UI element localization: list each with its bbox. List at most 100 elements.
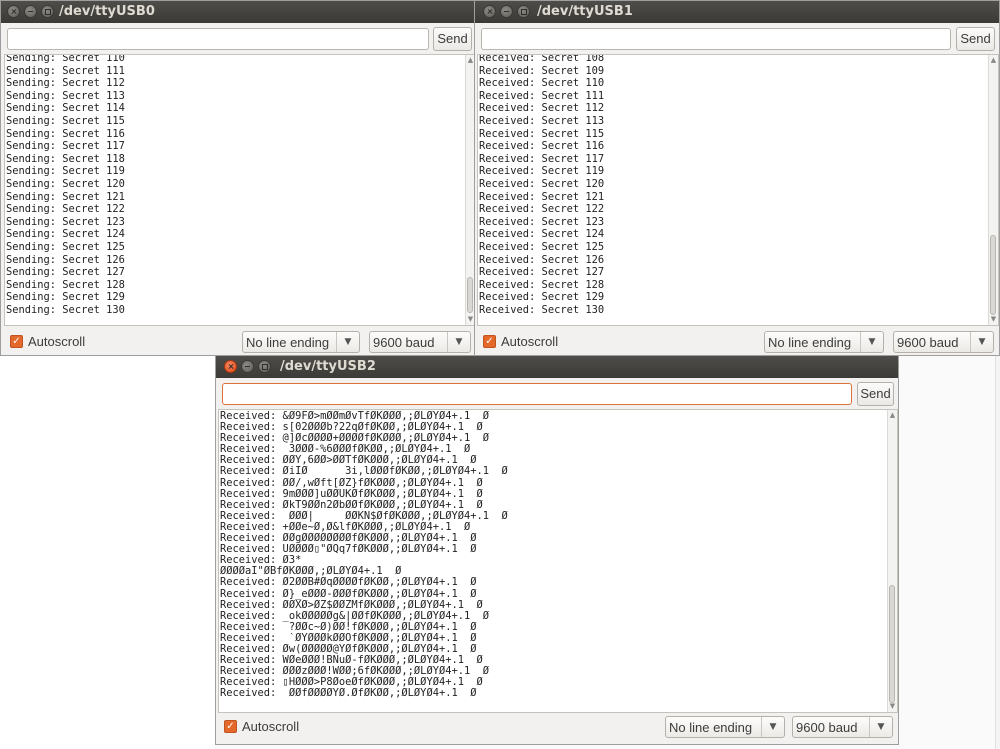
output-line: Received: WØeØØØ!BNuØ-fØKØØØ,;ØLØYØ4+.1 … <box>220 655 483 667</box>
serial-output[interactable]: Received: &Ø9FØ>mØØmØvTfØKØØØ,;ØLØYØ4+.1… <box>218 409 898 713</box>
baud-rate-select[interactable]: 9600 baud ▼ <box>792 716 893 738</box>
chevron-down-icon: ▼ <box>447 332 470 352</box>
serial-output[interactable]: Sending: Secret 110 Sending: Secret 111 Se… <box>4 54 476 326</box>
output-line: Received: ØØfØØØØYØ.ØfØKØØ,;ØLØYØ4+.1 Ø <box>220 688 477 700</box>
output-line: Received: Ø2ØØB#ØqØØØØfØKØØ,;ØLØYØ4+.1 Ø <box>220 577 477 589</box>
output-line: Received: Secret 119 <box>479 165 605 178</box>
scroll-up-icon[interactable]: ▲ <box>990 56 997 65</box>
output-line: Received: Secret 124 <box>479 228 605 241</box>
title-bar[interactable]: /dev/ttyUSB0 <box>1 1 477 23</box>
output-line: Sending: Secret 116 <box>6 127 125 140</box>
close-window-icon[interactable] <box>483 5 496 18</box>
line-ending-value: No line ending <box>768 335 852 350</box>
output-line: Received: Secret 109 <box>479 64 605 77</box>
window-title: /dev/ttyUSB0 <box>59 4 155 19</box>
output-line: Received: Secret 121 <box>479 190 605 203</box>
minimize-window-icon[interactable] <box>24 5 37 18</box>
output-line: Sending: Secret 112 <box>6 77 125 90</box>
output-line: Received: Secret 116 <box>479 140 605 153</box>
baud-rate-select[interactable]: 9600 baud ▼ <box>893 331 994 353</box>
baud-rate-value: 9600 baud <box>796 720 858 735</box>
scroll-thumb[interactable] <box>467 277 473 313</box>
scroll-up-icon[interactable]: ▲ <box>889 411 896 420</box>
chevron-down-icon: ▼ <box>860 332 883 352</box>
serial-monitor-window-usb1: /dev/ttyUSB1 Send Received: Secret 108 Re… <box>474 0 1000 356</box>
scroll-down-icon[interactable]: ▼ <box>990 315 997 324</box>
send-button[interactable]: Send <box>857 382 894 406</box>
minimize-window-icon[interactable] <box>241 360 254 373</box>
output-line: Sending: Secret 127 <box>6 266 125 279</box>
output-line: Received: Secret 129 <box>479 291 605 304</box>
vertical-scrollbar[interactable]: ▲ ▼ <box>988 55 998 325</box>
output-line: Received: ØkT9ØØn2ØbØØfØKØØØ,;ØLØYØ4+.1 … <box>220 499 483 511</box>
line-ending-select[interactable]: No line ending ▼ <box>242 331 360 353</box>
chevron-down-icon: ▼ <box>869 717 892 737</box>
vertical-scrollbar[interactable]: ▲ ▼ <box>887 410 897 712</box>
output-line: Received: Secret 120 <box>479 177 605 190</box>
line-ending-value: No line ending <box>669 720 753 735</box>
output-lines: Received: Secret 108 Received: Secret 109… <box>479 55 988 316</box>
minimize-window-icon[interactable] <box>500 5 513 18</box>
output-line: Sending: Secret 129 <box>6 291 125 304</box>
output-line: Received: Secret 125 <box>479 240 605 253</box>
autoscroll-checkbox[interactable]: ✓ <box>483 335 496 348</box>
close-window-icon[interactable] <box>7 5 20 18</box>
scroll-thumb[interactable] <box>990 235 996 315</box>
output-line: Received: @]ØcØØØØ+ØØØØfØKØØØ,;ØLØYØ4+.1… <box>220 433 489 445</box>
scroll-down-icon[interactable]: ▼ <box>889 702 896 711</box>
output-line: Sending: Secret 117 <box>6 140 125 153</box>
serial-output[interactable]: Received: Secret 108 Received: Secret 109… <box>477 54 999 326</box>
output-line: Received: Secret 122 <box>479 203 605 216</box>
output-lines: Received: &Ø9FØ>mØØmØvTfØKØØØ,;ØLØYØ4+.1… <box>220 411 887 699</box>
output-line: Sending: Secret 123 <box>6 215 125 228</box>
title-bar[interactable]: /dev/ttyUSB1 <box>475 1 999 23</box>
output-line: Received: ØØ/,wØft[ØZ}fØKØØØ,;ØLØYØ4+.1 … <box>220 477 483 489</box>
baud-rate-select[interactable]: 9600 baud ▼ <box>369 331 471 353</box>
serial-monitor-window-usb2: /dev/ttyUSB2 Send Received: &Ø9FØ>mØØmØv… <box>215 355 899 745</box>
title-bar[interactable]: /dev/ttyUSB2 <box>216 356 898 378</box>
output-line: Received: ?ØØc~Ø)ØØ!fØKØØØ,;ØLØYØ4+.1 Ø <box>220 621 477 633</box>
output-line: Sending: Secret 115 <box>6 114 125 127</box>
output-line: Received: Ø}_eØØØ-ØØØfØKØØØ,;ØLØYØ4+.1 Ø <box>220 588 477 600</box>
output-line: Received: &Ø9FØ>mØØmØvTfØKØØØ,;ØLØYØ4+.1… <box>220 411 489 422</box>
maximize-window-icon[interactable] <box>41 5 54 18</box>
output-line: Received: Øw(ØØØØØ@YØfØKØØØ,;ØLØYØ4+.1 Ø <box>220 643 477 655</box>
autoscroll-checkbox[interactable]: ✓ <box>224 720 237 733</box>
output-line: Received: ØiIØ 3i,lØØØfØKØØ,;ØLØYØ4+.1 Ø <box>220 466 508 478</box>
desktop-background <box>0 355 215 749</box>
output-line: Sending: Secret 114 <box>6 102 125 115</box>
output-line: Received: 3ØØØ-%6ØØØfØKØØ,;ØLØYØ4+.1 Ø <box>220 444 471 456</box>
output-lines: Sending: Secret 110 Sending: Secret 111 Se… <box>6 55 465 316</box>
close-window-icon[interactable] <box>224 360 237 373</box>
chevron-down-icon: ▼ <box>970 332 993 352</box>
serial-input[interactable] <box>7 28 429 50</box>
serial-input[interactable] <box>481 28 951 50</box>
output-line: Received: ØØØ| ØØKN$ØfØKØØØ,;ØLØYØ4+.1 Ø <box>220 510 508 522</box>
line-ending-value: No line ending <box>246 335 330 350</box>
output-line: Received: Secret 112 <box>479 102 605 115</box>
output-line: Received: Secret 115 <box>479 127 605 140</box>
autoscroll-label: Autoscroll <box>242 719 300 734</box>
output-line: Received: UØØØØ▯"ØQq7fØKØØØ,;ØLØYØ4+.1 Ø <box>220 544 477 556</box>
send-button[interactable]: Send <box>433 27 472 51</box>
output-line: Received: Ø3* <box>220 555 302 567</box>
maximize-window-icon[interactable] <box>517 5 530 18</box>
scroll-down-icon[interactable]: ▼ <box>467 315 474 324</box>
output-line: Sending: Secret 126 <box>6 253 125 266</box>
serial-input[interactable] <box>222 383 852 405</box>
output-line: Sending: Secret 120 <box>6 177 125 190</box>
line-ending-select[interactable]: No line ending ▼ <box>764 331 884 353</box>
scroll-up-icon[interactable]: ▲ <box>467 56 474 65</box>
output-line: Sending: Secret 113 <box>6 89 125 102</box>
output-line: Sending: Secret 130 <box>6 303 125 316</box>
send-button[interactable]: Send <box>956 27 995 51</box>
window-title: /dev/ttyUSB2 <box>280 359 376 374</box>
autoscroll-checkbox[interactable]: ✓ <box>10 335 23 348</box>
output-line: Received: 9mØØØ]uØØUKØfØKØØØ,;ØLØYØ4+.1 … <box>220 488 483 500</box>
line-ending-select[interactable]: No line ending ▼ <box>665 716 785 738</box>
scroll-thumb[interactable] <box>889 585 895 703</box>
maximize-window-icon[interactable] <box>258 360 271 373</box>
output-line: Received: ØØØzØØØ!WØØ;6fØKØØØ,;ØLØYØ4+.1… <box>220 666 489 678</box>
output-line: Received: s[02ØØØb?22qØfØKØØ,;ØLØYØ4+.1 … <box>220 422 483 434</box>
output-line: Sending: Secret 118 <box>6 152 125 165</box>
